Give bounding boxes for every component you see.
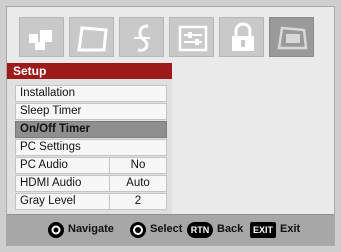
menu-tab-bar [7,17,334,57]
tab-video[interactable] [69,17,114,57]
menu-item-label: Gray Level [20,195,76,207]
exit-key-icon: EXIT [250,222,276,238]
hint-exit-label: Exit [280,223,301,235]
menu-item-gray-level[interactable]: Gray Level 2 [15,193,167,210]
setup-menu: Installation Sleep Timer On/Off Timer PC… [15,85,167,211]
tab-setup[interactable] [269,17,314,57]
tab-lock[interactable] [219,17,264,57]
rtn-key-icon: RTN [187,222,213,238]
menu-item-value: No [109,158,166,173]
menu-item-label: Installation [20,87,75,99]
music-icon [134,24,150,52]
menu-item-pc-settings[interactable]: PC Settings [15,139,167,156]
tab-audio[interactable] [119,17,164,57]
panel-title: Setup [7,63,172,79]
menu-item-hdmi-audio[interactable]: HDMI Audio Auto [15,175,167,192]
setup-panel: Setup Installation Sleep Timer On/Off Ti… [7,63,172,218]
preferences-icon [178,25,208,52]
menu-item-value: Auto [109,176,166,191]
setup-icon [277,26,308,50]
menu-item-value: 2 [109,194,166,209]
select-button-icon [130,222,146,238]
tab-picture[interactable] [19,17,64,57]
menu-item-pc-audio[interactable]: PC Audio No [15,157,167,174]
hint-navigate-label: Navigate [68,223,114,235]
menu-item-label: HDMI Audio [20,177,82,189]
tv-menu-window: Setup Installation Sleep Timer On/Off Ti… [6,6,335,246]
video-icon [77,26,108,52]
menu-item-installation[interactable]: Installation [15,85,167,102]
hint-select-label: Select [150,223,183,235]
hint-back-label: Back [217,223,244,235]
menu-item-label: On/Off Timer [20,123,91,135]
menu-item-label: PC Audio [20,159,68,171]
tab-preferences[interactable] [169,17,214,57]
navigate-dpad-icon [48,222,64,238]
picture-icon [29,30,52,50]
lock-icon [232,22,254,51]
menu-item-sleep-timer[interactable]: Sleep Timer [15,103,167,120]
menu-item-label: Sleep Timer [20,105,82,117]
menu-item-label: PC Settings [20,141,81,153]
menu-item-on-off-timer[interactable]: On/Off Timer [15,121,167,138]
button-hints-bar: Navigate Select RTN Back EXIT Exit [7,214,334,245]
